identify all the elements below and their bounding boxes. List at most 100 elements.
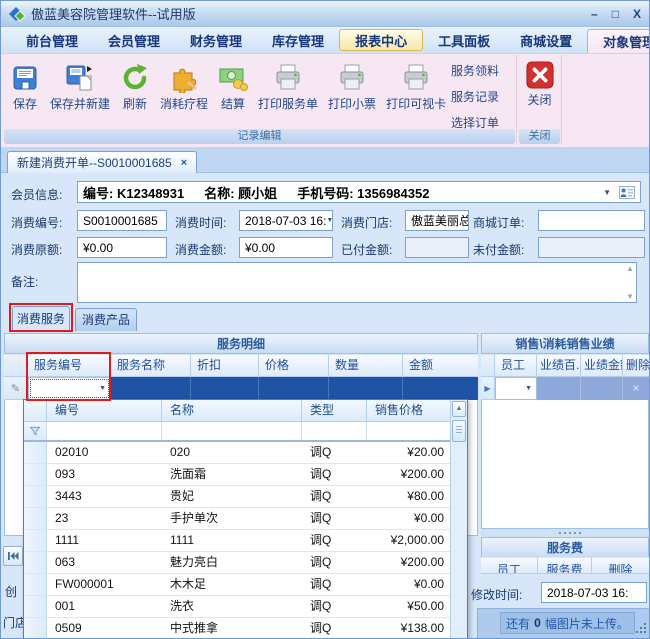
- service-material-link[interactable]: 服务领料: [451, 62, 499, 79]
- employee-dropdown-icon[interactable]: ▼: [525, 385, 532, 392]
- time-dropdown-icon[interactable]: ▼: [326, 217, 333, 224]
- fee-col-delete[interactable]: 删除: [592, 557, 649, 574]
- employee-editor[interactable]: ▼: [495, 377, 537, 400]
- member-card-icon[interactable]: [619, 186, 635, 199]
- tab-reports[interactable]: 报表中心: [339, 29, 423, 51]
- popup-col-name[interactable]: 名称: [162, 400, 302, 422]
- filter-name-cell[interactable]: [162, 422, 302, 440]
- document-tab-label: 新建消费开单--S0010001685: [17, 154, 172, 171]
- tab-finance[interactable]: 财务管理: [175, 27, 257, 53]
- ribbon: 保存 保存并新建: [1, 54, 649, 148]
- popup-row[interactable]: 063 魅力亮白 调Q ¥200.00: [24, 552, 452, 574]
- popup-row[interactable]: 001 洗衣 调Q ¥50.00: [24, 596, 452, 618]
- popup-col-price[interactable]: 销售价格: [367, 400, 452, 422]
- tab-consume-product[interactable]: 消费产品: [75, 308, 137, 331]
- print-receipt-button[interactable]: 打印小票: [323, 57, 381, 113]
- modify-time-label: 修改时间:: [471, 586, 522, 603]
- popup-row[interactable]: 23 手护单次 调Q ¥0.00: [24, 508, 452, 530]
- consume-course-button[interactable]: 消耗疗程: [155, 57, 213, 113]
- filter-price-cell[interactable]: [367, 422, 452, 440]
- col-perf-amount[interactable]: 业绩金额: [581, 354, 623, 377]
- amount-field[interactable]: ¥0.00: [239, 237, 333, 258]
- print-visual-card-button[interactable]: 打印可视卡: [381, 57, 451, 113]
- store-field[interactable]: 傲蓝美丽总: [405, 210, 469, 231]
- col-discount[interactable]: 折扣: [191, 354, 259, 377]
- tab-inventory[interactable]: 库存管理: [257, 27, 339, 53]
- popup-col-code[interactable]: 编号: [47, 400, 162, 422]
- filter-code-cell[interactable]: [47, 422, 162, 440]
- fee-col-employee[interactable]: 员工: [481, 557, 538, 574]
- settle-button[interactable]: 结算: [213, 57, 253, 113]
- document-tab[interactable]: 新建消费开单--S0010001685 ×: [7, 151, 197, 173]
- ribbon-group-caption-record-edit: 记录编辑: [4, 129, 515, 144]
- scroll-down-icon[interactable]: ▼: [626, 292, 634, 301]
- col-delete[interactable]: 删除: [623, 354, 649, 377]
- tab-consume-service[interactable]: 消费服务: [12, 306, 70, 331]
- first-record-button[interactable]: [3, 546, 23, 566]
- sales-grid-body: [481, 400, 649, 529]
- scroll-up-icon[interactable]: ▲: [626, 264, 634, 273]
- maximize-button[interactable]: □: [612, 6, 619, 22]
- orig-amount-label: 消费原额:: [11, 241, 62, 258]
- popup-row[interactable]: 02010 020 调Q ¥20.00: [24, 442, 452, 464]
- col-employee[interactable]: 员工: [495, 354, 537, 377]
- tab-front-desk[interactable]: 前台管理: [11, 27, 93, 53]
- tab-object-management[interactable]: 对象管理: [587, 29, 650, 53]
- popup-scrollbar[interactable]: ▲: [450, 400, 467, 639]
- close-form-button[interactable]: 关闭: [518, 55, 561, 109]
- col-service-name[interactable]: 服务名称: [111, 354, 191, 377]
- popup-row[interactable]: 1111 1111 调Q ¥2,000.00: [24, 530, 452, 552]
- close-icon: [526, 61, 554, 89]
- filter-type-cell[interactable]: [302, 422, 367, 440]
- mall-order-label: 商城订单:: [473, 214, 524, 231]
- store-label-fragment: 门店: [3, 614, 23, 631]
- col-price[interactable]: 价格: [259, 354, 329, 377]
- tab-tools[interactable]: 工具面板: [423, 27, 505, 53]
- order-no-field[interactable]: S0010001685: [77, 210, 167, 231]
- modify-time-field[interactable]: 2018-07-03 16:: [541, 582, 647, 603]
- unpaid-field[interactable]: [538, 237, 645, 258]
- service-record-link[interactable]: 服务记录: [451, 88, 499, 105]
- col-qty[interactable]: 数量: [329, 354, 403, 377]
- member-dropdown-icon[interactable]: ▼: [603, 188, 611, 197]
- paid-field[interactable]: [405, 237, 469, 258]
- service-code-editor[interactable]: ▼: [28, 377, 111, 400]
- col-service-code[interactable]: 服务编号: [28, 354, 111, 377]
- member-phone-label: 手机号码:: [297, 186, 353, 201]
- popup-col-type[interactable]: 类型: [302, 400, 367, 422]
- delete-row-icon[interactable]: ×: [623, 377, 649, 400]
- scrollbar-thumb[interactable]: [452, 420, 466, 442]
- scrollbar-up-icon[interactable]: ▲: [452, 401, 466, 417]
- popup-row[interactable]: 3443 贵妃 调Q ¥80.00: [24, 486, 452, 508]
- close-window-button[interactable]: X: [633, 6, 641, 22]
- document-tab-close-icon[interactable]: ×: [181, 157, 187, 169]
- service-code-dropdown-icon[interactable]: ▼: [99, 385, 106, 392]
- resize-grip-icon[interactable]: [644, 631, 646, 633]
- refresh-icon: [120, 63, 150, 93]
- refresh-button[interactable]: 刷新: [115, 57, 155, 113]
- pencil-icon: ✎: [11, 382, 20, 395]
- sales-grid-edit-row: ▶ ▼ ×: [481, 377, 649, 400]
- col-perf-percent[interactable]: 业绩百...: [537, 354, 581, 377]
- fee-col-service-fee[interactable]: 服务费: [538, 557, 592, 574]
- member-info-field[interactable]: 编号: K12348931 名称: 顾小姐 手机号码: 1356984352 ▼: [77, 181, 641, 203]
- save-new-icon: [65, 63, 95, 93]
- save-button[interactable]: 保存: [5, 57, 45, 113]
- image-upload-status[interactable]: 还有 0 幅图片未上传。: [500, 612, 635, 634]
- tab-mall-settings[interactable]: 商城设置: [505, 27, 587, 53]
- popup-row[interactable]: 093 洗面霜 调Q ¥200.00: [24, 464, 452, 486]
- money-icon: [218, 63, 248, 93]
- popup-row[interactable]: FW000001 木木足 调Q ¥0.00: [24, 574, 452, 596]
- tab-members[interactable]: 会员管理: [93, 27, 175, 53]
- save-and-new-button[interactable]: 保存并新建: [45, 57, 115, 113]
- mall-order-field[interactable]: [538, 210, 645, 231]
- remark-textarea[interactable]: ▲ ▼: [77, 262, 637, 303]
- col-amount[interactable]: 金额: [403, 354, 478, 377]
- orig-amount-field[interactable]: ¥0.00: [77, 237, 167, 258]
- minimize-button[interactable]: –: [591, 6, 598, 22]
- popup-row[interactable]: 0509 中式推拿 调Q ¥138.00: [24, 618, 452, 639]
- panel-splitter[interactable]: [481, 529, 649, 537]
- popup-filter-row[interactable]: [24, 422, 452, 442]
- consume-time-field[interactable]: 2018-07-03 16:▼: [239, 210, 333, 231]
- print-service-slip-button[interactable]: 打印服务单: [253, 57, 323, 113]
